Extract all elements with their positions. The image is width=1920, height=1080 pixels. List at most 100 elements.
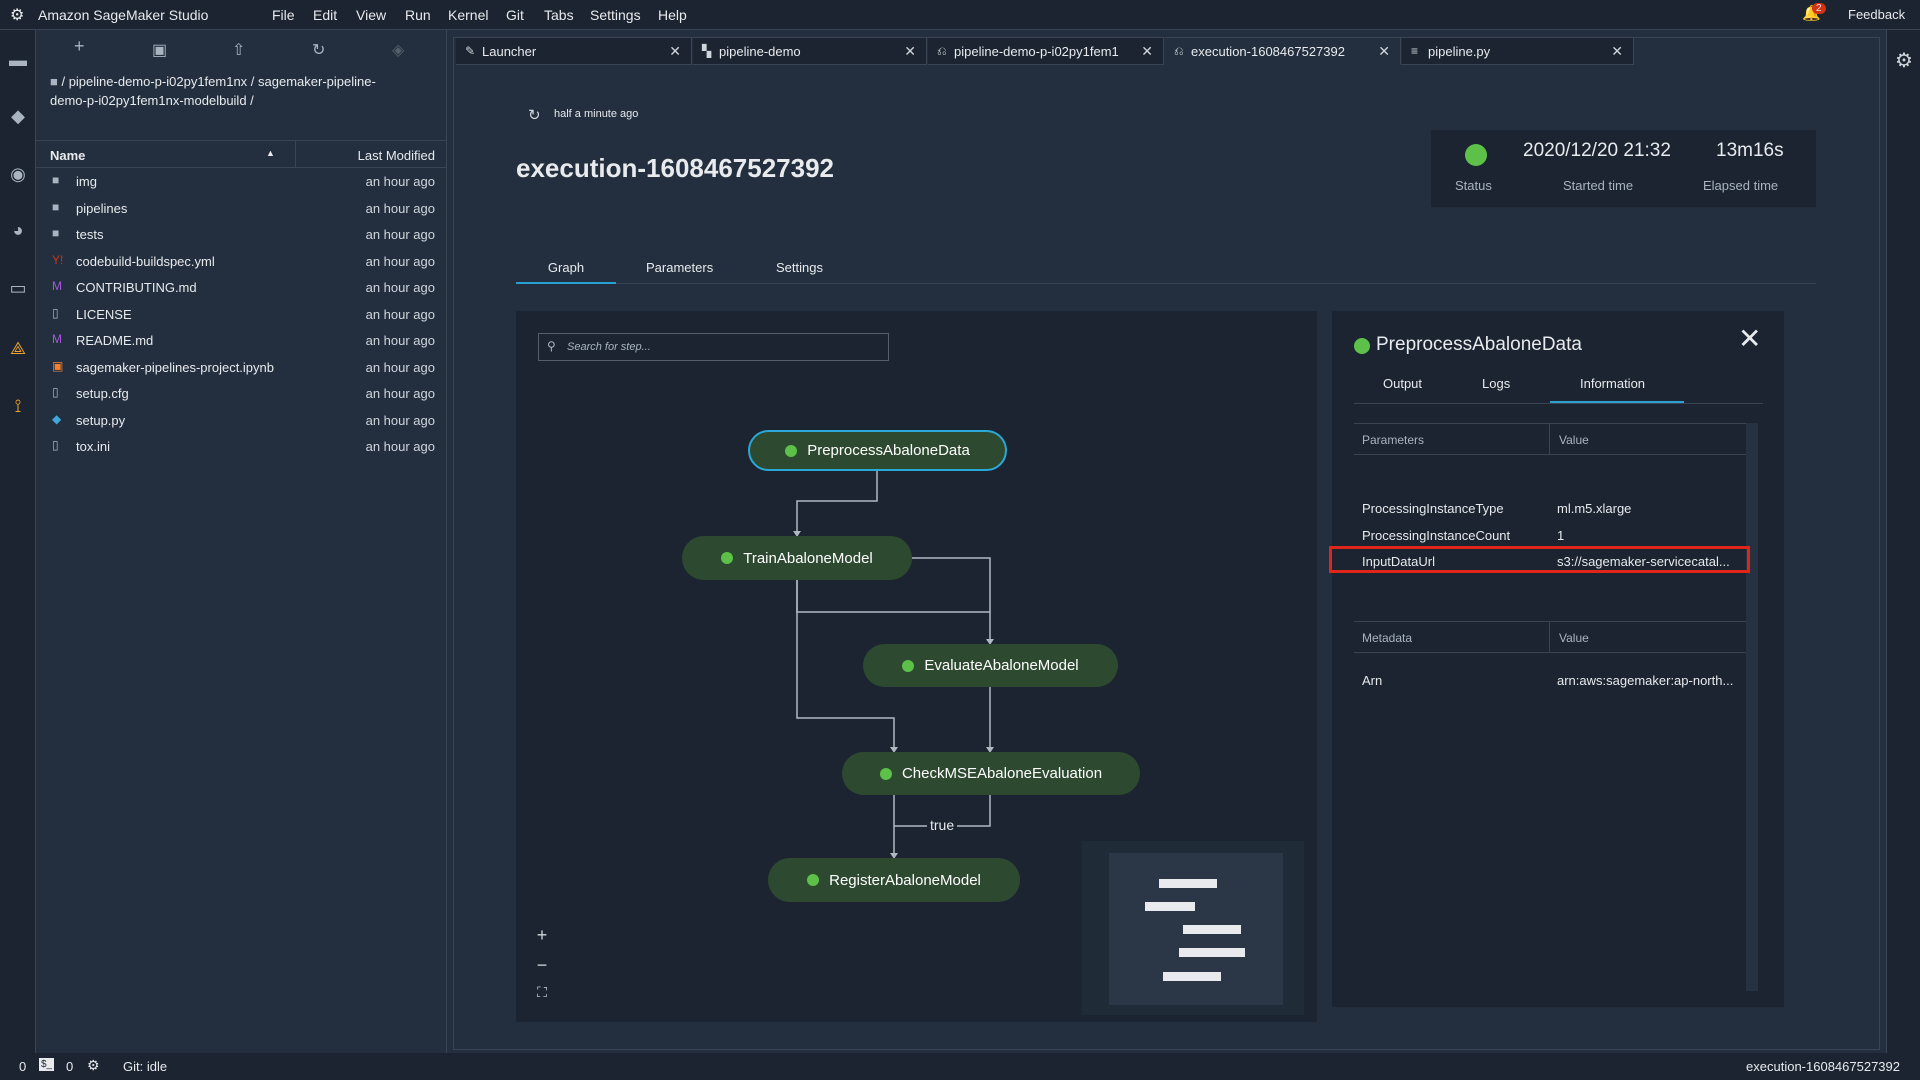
components-icon[interactable]: ⟁ bbox=[6, 338, 30, 362]
folder-icon: ■ bbox=[52, 201, 66, 213]
tab-0[interactable]: ✎Launcher✕ bbox=[456, 38, 692, 65]
file-list-header: Name ▲ Last Modified bbox=[36, 140, 447, 168]
header-parameters: Parameters bbox=[1362, 433, 1424, 447]
menu-edit[interactable]: Edit bbox=[313, 7, 337, 23]
file-modified: an hour ago bbox=[366, 413, 435, 428]
file-item[interactable]: ▯setup.cfgan hour ago bbox=[36, 381, 447, 407]
tab-icon: ⎌ bbox=[1174, 44, 1184, 59]
node-label: CheckMSEAbaloneEvaluation bbox=[902, 765, 1102, 782]
status-bar: 0 $_ 0 ⚙ Git: idle execution-16084675273… bbox=[0, 1053, 1920, 1080]
palette-icon[interactable]: ◕ bbox=[6, 220, 30, 244]
tab-settings[interactable]: Settings bbox=[776, 260, 823, 275]
file-modified: an hour ago bbox=[366, 439, 435, 454]
refresh-icon[interactable]: ↻ bbox=[312, 40, 325, 60]
git-clone-icon: ◈ bbox=[392, 40, 404, 60]
file-item[interactable]: Y!codebuild-buildspec.ymlan hour ago bbox=[36, 249, 447, 275]
running-icon[interactable]: ◉ bbox=[6, 164, 30, 188]
file-item[interactable]: ▯LICENSEan hour ago bbox=[36, 302, 447, 328]
tab-output[interactable]: Output bbox=[1383, 376, 1422, 391]
fit-view-button[interactable]: ⛶ bbox=[530, 984, 554, 1008]
tab-information[interactable]: Information bbox=[1580, 376, 1645, 391]
scrollbar[interactable] bbox=[1746, 423, 1758, 991]
cpu-icon[interactable]: ⚙ bbox=[87, 1057, 100, 1074]
tabs-icon[interactable]: ▭ bbox=[6, 278, 30, 302]
tab-graph[interactable]: Graph bbox=[516, 260, 616, 284]
file-item[interactable]: ◆setup.pyan hour ago bbox=[36, 408, 447, 434]
file-name: setup.cfg bbox=[76, 386, 129, 401]
zoom-out-button[interactable]: − bbox=[530, 955, 554, 979]
node-register[interactable]: RegisterAbaloneModel bbox=[768, 858, 1020, 902]
tab-label: pipeline.py bbox=[1428, 44, 1490, 59]
settings-gear-icon[interactable]: ⚙ bbox=[1895, 48, 1913, 73]
close-tab-icon[interactable]: ✕ bbox=[1611, 43, 1623, 60]
node-label: PreprocessAbaloneData bbox=[807, 442, 970, 459]
file-icon: ▯ bbox=[52, 307, 66, 319]
folder-icon: ■ bbox=[52, 227, 66, 239]
row-value[interactable]: arn:aws:sagemaker:ap-north... bbox=[1557, 673, 1733, 688]
tab-icon: ▚ bbox=[702, 44, 711, 58]
menu-git[interactable]: Git bbox=[506, 7, 524, 23]
sort-asc-icon[interactable]: ▲ bbox=[266, 148, 275, 158]
close-tab-icon[interactable]: ✕ bbox=[1378, 43, 1390, 60]
close-tab-icon[interactable]: ✕ bbox=[669, 43, 681, 60]
node-preprocess[interactable]: PreprocessAbaloneData bbox=[748, 430, 1007, 471]
metadata-header: Metadata Value bbox=[1354, 621, 1746, 653]
column-name[interactable]: Name bbox=[50, 148, 85, 163]
row-value[interactable]: 1 bbox=[1557, 528, 1564, 543]
menu-help[interactable]: Help bbox=[658, 7, 687, 23]
refresh-icon[interactable]: ↻ bbox=[528, 106, 541, 124]
node-train[interactable]: TrainAbaloneModel bbox=[682, 536, 912, 580]
menu-file[interactable]: File bbox=[272, 7, 295, 23]
column-last-modified[interactable]: Last Modified bbox=[358, 148, 435, 163]
file-modified: an hour ago bbox=[366, 333, 435, 348]
menu-tabs[interactable]: Tabs bbox=[544, 7, 574, 23]
menu-view[interactable]: View bbox=[356, 7, 386, 23]
file-item[interactable]: ■pipelinesan hour ago bbox=[36, 196, 447, 222]
git-icon[interactable]: ◆ bbox=[6, 106, 30, 130]
file-item[interactable]: ▣sagemaker-pipelines-project.ipynban hou… bbox=[36, 355, 447, 381]
tab-3[interactable]: ⎌execution-1608467527392✕ bbox=[1165, 38, 1401, 65]
menu-settings[interactable]: Settings bbox=[590, 7, 641, 23]
file-name: setup.py bbox=[76, 413, 125, 428]
new-folder-icon[interactable]: ▣ bbox=[152, 40, 167, 60]
step-details-panel: PreprocessAbaloneData ✕ Output Logs Info… bbox=[1332, 311, 1784, 1007]
row-value[interactable]: ml.m5.xlarge bbox=[1557, 501, 1631, 516]
zoom-in-button[interactable]: + bbox=[530, 925, 554, 949]
terminal-icon[interactable]: $_ bbox=[39, 1058, 54, 1071]
menu-kernel[interactable]: Kernel bbox=[448, 7, 488, 23]
close-icon[interactable]: ✕ bbox=[1738, 325, 1761, 353]
tab-2[interactable]: ⎌pipeline-demo-p-i02py1fem1✕ bbox=[928, 38, 1164, 65]
tab-1[interactable]: ▚pipeline-demo✕ bbox=[693, 38, 927, 65]
file-item[interactable]: ■testsan hour ago bbox=[36, 222, 447, 248]
upload-icon[interactable]: ⇧ bbox=[232, 40, 245, 60]
close-tab-icon[interactable]: ✕ bbox=[1141, 43, 1153, 60]
menu-run[interactable]: Run bbox=[405, 7, 431, 23]
pipelines-icon[interactable]: ⟟ bbox=[6, 396, 30, 420]
file-item[interactable]: MREADME.mdan hour ago bbox=[36, 328, 447, 354]
file-name: README.md bbox=[76, 333, 153, 348]
file-name: tox.ini bbox=[76, 439, 110, 454]
breadcrumb-line[interactable]: / pipeline-demo-p-i02py1fem1nx / sagemak… bbox=[61, 74, 375, 89]
tab-4[interactable]: ≡pipeline.py✕ bbox=[1402, 38, 1634, 65]
table-row: Arnarn:aws:sagemaker:ap-north... bbox=[1354, 667, 1746, 693]
minimap[interactable] bbox=[1082, 841, 1304, 1015]
file-item[interactable]: MCONTRIBUTING.mdan hour ago bbox=[36, 275, 447, 301]
breadcrumb-line[interactable]: demo-p-i02py1fem1nx-modelbuild / bbox=[50, 91, 376, 110]
file-modified: an hour ago bbox=[366, 280, 435, 295]
tab-logs[interactable]: Logs bbox=[1482, 376, 1510, 391]
close-tab-icon[interactable]: ✕ bbox=[904, 43, 916, 60]
kernel-count: 0 bbox=[66, 1059, 73, 1074]
new-launcher-icon[interactable]: + bbox=[74, 36, 85, 57]
node-label: EvaluateAbaloneModel bbox=[924, 657, 1078, 674]
file-item[interactable]: ▯tox.inian hour ago bbox=[36, 434, 447, 460]
tab-parameters[interactable]: Parameters bbox=[646, 260, 713, 275]
folder-icon[interactable]: ▬ bbox=[6, 50, 30, 74]
file-item[interactable]: ■imgan hour ago bbox=[36, 169, 447, 195]
file-name: tests bbox=[76, 227, 103, 242]
node-check-mse[interactable]: CheckMSEAbaloneEvaluation bbox=[842, 752, 1140, 795]
feedback-link[interactable]: Feedback bbox=[1848, 7, 1905, 22]
file-modified: an hour ago bbox=[366, 386, 435, 401]
breadcrumb[interactable]: ■ / pipeline-demo-p-i02py1fem1nx / sagem… bbox=[50, 72, 376, 110]
node-evaluate[interactable]: EvaluateAbaloneModel bbox=[863, 644, 1118, 687]
started-time-label: Started time bbox=[1563, 178, 1633, 193]
